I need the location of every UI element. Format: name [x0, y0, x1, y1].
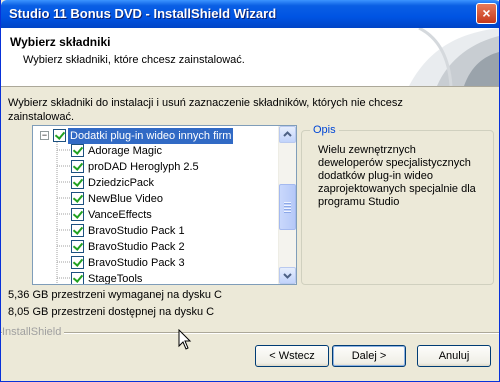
instructions-text: Wybierz składniki do instalacji i usuń z…	[8, 97, 403, 123]
page-title: Wybierz składniki	[10, 35, 111, 49]
tree-item-label: BravoStudio Pack 2	[88, 241, 185, 253]
checkbox-stagetools[interactable]	[71, 272, 84, 284]
chevron-up-icon	[283, 131, 292, 137]
checkbox-bravo3[interactable]	[71, 256, 84, 269]
close-button[interactable]: ×	[476, 3, 497, 24]
installer-window: Studio 11 Bonus DVD - InstallShield Wiza…	[0, 0, 500, 382]
tree-item-plugins[interactable]: − Dodatki plug-in wideo innych firm	[33, 128, 278, 144]
tree-item-bravo3[interactable]: BravoStudio Pack 3	[33, 255, 278, 271]
scroll-thumb[interactable]	[279, 184, 296, 230]
component-tree[interactable]: − Dodatki plug-in wideo innych firm Ador…	[32, 125, 297, 285]
mouse-cursor-icon	[178, 329, 192, 350]
thumb-grip	[284, 205, 291, 207]
back-button[interactable]: < Wstecz	[255, 345, 329, 367]
tree-item-label: NewBlue Video	[88, 193, 164, 205]
checkbox-dziedzic[interactable]	[71, 176, 84, 189]
checkbox-newblue[interactable]	[71, 192, 84, 205]
tree-item-stagetools[interactable]: StageTools	[33, 271, 278, 285]
checkbox-bravo2[interactable]	[71, 240, 84, 253]
tree-item-vance[interactable]: VanceEffects	[33, 207, 278, 223]
tree-item-label: DziedzicPack	[88, 177, 155, 189]
header-decoration-icon	[409, 28, 499, 86]
thumb-grip	[284, 202, 291, 204]
close-icon: ×	[482, 5, 491, 21]
thumb-grip	[284, 208, 291, 210]
scroll-up-button[interactable]	[279, 126, 296, 143]
tree-item-label: VanceEffects	[88, 209, 152, 221]
checkbox-adorage[interactable]	[71, 144, 84, 157]
tree-item-label: proDAD Heroglyph 2.5	[88, 161, 199, 173]
tree-item-adorage[interactable]: Adorage Magic	[33, 143, 278, 159]
checkbox-heroglyph[interactable]	[71, 160, 84, 173]
page-subtitle: Wybierz składniki, które chcesz zainstal…	[23, 54, 245, 66]
checkbox-bravo1[interactable]	[71, 224, 84, 237]
tree-item-bravo2[interactable]: BravoStudio Pack 2	[33, 239, 278, 255]
description-text: Wielu zewnętrznych deweloperów specjalis…	[318, 144, 476, 208]
description-group: Opis Wielu zewnętrznych deweloperów spec…	[301, 124, 494, 285]
checkbox-vance[interactable]	[71, 208, 84, 221]
next-button[interactable]: Dalej >	[332, 345, 406, 367]
divider-rule	[1, 332, 499, 334]
tree-item-heroglyph[interactable]: proDAD Heroglyph 2.5	[33, 159, 278, 175]
description-legend: Opis	[310, 124, 339, 136]
installshield-brand: InstallShield	[2, 327, 65, 338]
tree-item-label: StageTools	[88, 273, 143, 285]
chevron-down-icon	[283, 273, 292, 279]
wizard-header: Wybierz składniki Wybierz składniki, któ…	[1, 28, 499, 87]
tree-scrollbar[interactable]	[278, 126, 296, 284]
installshield-divider: InstallShield	[1, 327, 499, 338]
space-required-text: 5,36 GB przestrzeni wymaganej na dysku C	[8, 289, 222, 301]
title-bar[interactable]: Studio 11 Bonus DVD - InstallShield Wiza…	[1, 0, 499, 28]
collapse-icon[interactable]: −	[40, 131, 49, 140]
tree-item-dziedzic[interactable]: DziedzicPack	[33, 175, 278, 191]
scroll-down-button[interactable]	[279, 267, 296, 284]
checkbox-plugins[interactable]	[53, 129, 66, 142]
tree-item-label: BravoStudio Pack 1	[88, 225, 185, 237]
tree-item-bravo1[interactable]: BravoStudio Pack 1	[33, 223, 278, 239]
cancel-button[interactable]: Anuluj	[417, 345, 491, 367]
space-available-text: 8,05 GB przestrzeni dostępnej na dysku C	[8, 306, 215, 318]
tree-item-label: BravoStudio Pack 3	[88, 257, 185, 269]
tree-item-newblue[interactable]: NewBlue Video	[33, 191, 278, 207]
window-title: Studio 11 Bonus DVD - InstallShield Wiza…	[9, 6, 277, 21]
tree-item-label: Adorage Magic	[88, 145, 162, 157]
thumb-grip	[284, 211, 291, 213]
tree-item-label: Dodatki plug-in wideo innych firm	[68, 128, 234, 144]
